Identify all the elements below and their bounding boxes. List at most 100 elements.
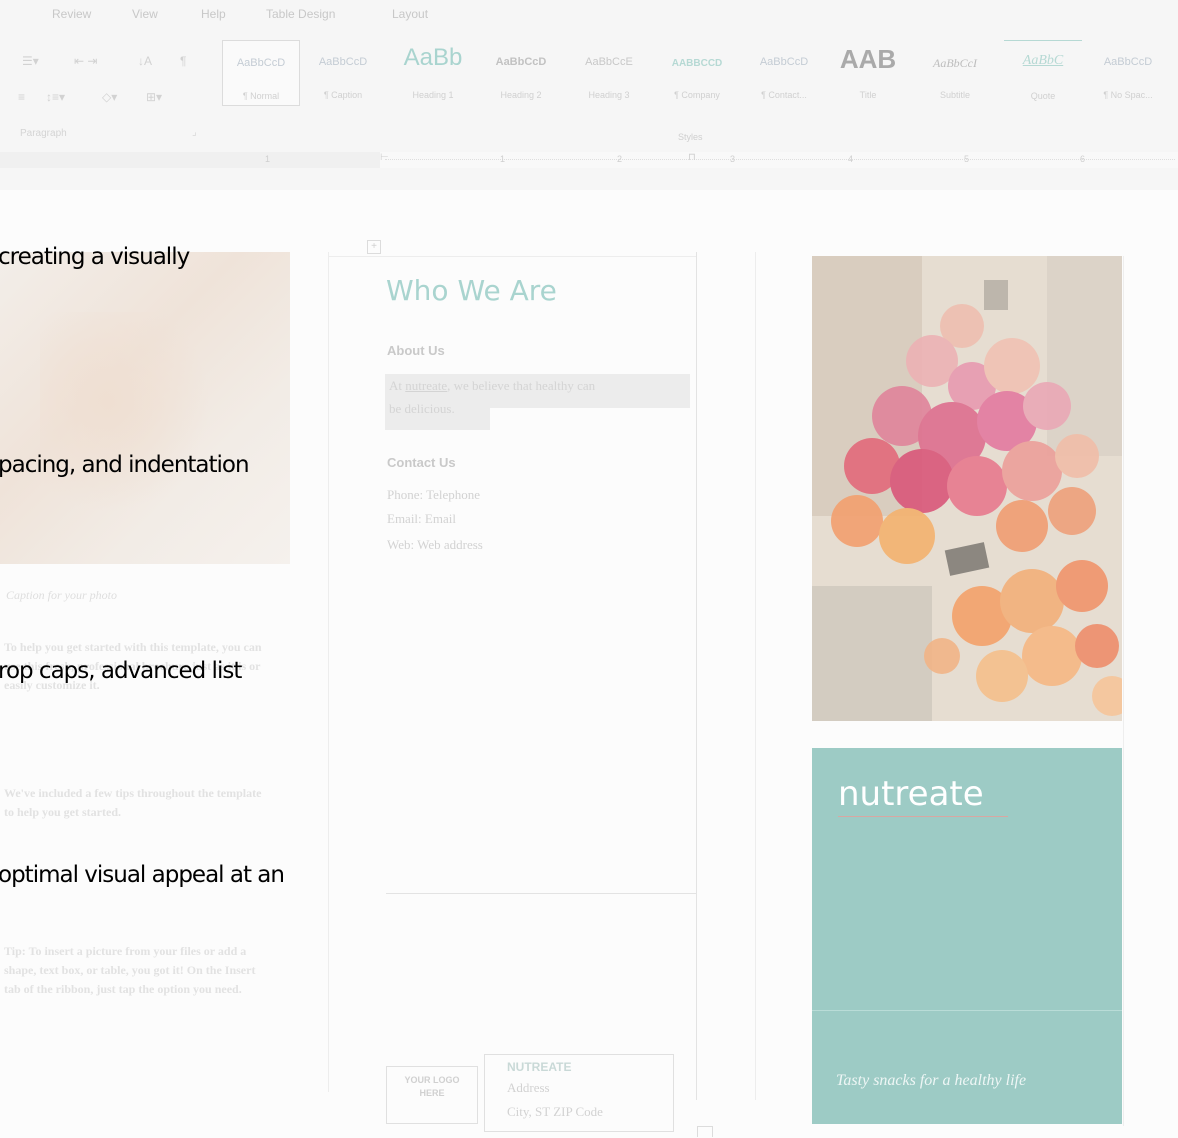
about-line-2: be delicious. bbox=[389, 397, 455, 420]
style-sample: AaBbCcI bbox=[933, 56, 977, 70]
ruler-number: 6 bbox=[1080, 154, 1086, 164]
style-sample: AaBb bbox=[403, 44, 463, 71]
style-sample: AaBbCcD bbox=[495, 56, 547, 68]
table-move-handle-icon[interactable]: + bbox=[367, 240, 381, 254]
style-name: ¶ Caption bbox=[323, 90, 363, 100]
style-heading-3[interactable]: AaBbCcE Heading 3 bbox=[568, 40, 650, 106]
page-edge bbox=[1123, 256, 1124, 1126]
style-title[interactable]: AAB Title bbox=[830, 40, 906, 106]
selection-edge bbox=[490, 408, 690, 430]
style-subtitle[interactable]: AaBbCcI Subtitle bbox=[912, 40, 998, 106]
contact-web[interactable]: Web: Web address bbox=[387, 537, 483, 553]
style-normal[interactable]: AaBbCcD ¶ Normal bbox=[222, 40, 300, 106]
style-heading-2[interactable]: AaBbCcD Heading 2 bbox=[480, 40, 562, 106]
ruler-number: 5 bbox=[964, 154, 970, 164]
overlay-text: optimal visual appeal at an bbox=[0, 862, 285, 888]
style-name: Title bbox=[859, 90, 877, 100]
style-no-spacing[interactable]: AaBbCcD ¶ No Spac... bbox=[1086, 40, 1170, 106]
style-sample: AABBCCD bbox=[671, 58, 723, 69]
style-sample: AaBbCcD bbox=[236, 57, 286, 69]
overlay-text: rop caps, advanced list bbox=[0, 658, 242, 684]
left-photo[interactable] bbox=[0, 252, 290, 564]
about-prefix: At bbox=[389, 378, 406, 393]
tab-review[interactable]: Review bbox=[52, 7, 91, 21]
company-name[interactable]: NUTREATE bbox=[507, 1060, 571, 1074]
menu-tabs: Review View Help Table Design Layout bbox=[0, 0, 1178, 28]
contact-phone[interactable]: Phone: Telephone bbox=[387, 487, 480, 503]
contact-heading[interactable]: Contact Us bbox=[387, 455, 456, 470]
style-name: ¶ Normal bbox=[242, 91, 280, 101]
style-name: Quote bbox=[1030, 91, 1056, 101]
table-divider bbox=[386, 893, 696, 894]
style-heading-1[interactable]: AaBb Heading 1 bbox=[388, 40, 478, 106]
tab-view[interactable]: View bbox=[132, 7, 158, 21]
page-edge bbox=[328, 252, 329, 1092]
indent-marker-icon[interactable]: ⊢ bbox=[380, 152, 389, 163]
style-sample: AaBbCcD bbox=[1103, 56, 1153, 68]
address-line[interactable]: Address bbox=[507, 1080, 550, 1096]
style-name: ¶ Contact... bbox=[761, 90, 807, 100]
brand-inline: nutreate bbox=[405, 378, 448, 393]
brand-name[interactable]: nutreate bbox=[838, 774, 984, 814]
photo-caption[interactable]: Caption for your photo bbox=[6, 588, 117, 603]
style-caption[interactable]: AaBbCcD ¶ Caption bbox=[304, 40, 382, 106]
line-spacing-icon[interactable]: ↕≡▾ bbox=[46, 90, 65, 104]
borders-icon[interactable]: ⊞▾ bbox=[146, 90, 162, 104]
contact-email[interactable]: Email: Email bbox=[387, 511, 456, 527]
style-name: Subtitle bbox=[939, 90, 971, 100]
body-paragraph[interactable]: Tip: To insert a picture from your files… bbox=[4, 942, 272, 999]
body-paragraph[interactable]: We've included a few tips throughout the… bbox=[4, 784, 272, 822]
flower-photo-art bbox=[812, 256, 1122, 721]
bullets-icon[interactable]: ☰▾ bbox=[22, 54, 39, 68]
indent-icon[interactable]: ⇤ ⇥ bbox=[74, 54, 97, 68]
style-sample: AaBbCcD bbox=[759, 56, 809, 68]
column-divider bbox=[755, 252, 756, 1100]
ruler-number: 1 bbox=[265, 154, 271, 164]
style-quote[interactable]: AaBbC Quote bbox=[1004, 40, 1082, 107]
section-title[interactable]: Who We Are bbox=[386, 274, 557, 307]
tab-help[interactable]: Help bbox=[201, 7, 226, 21]
about-rest: , we believe that healthy can bbox=[447, 378, 596, 393]
style-name: Heading 3 bbox=[588, 90, 630, 100]
brand-panel-divider bbox=[812, 1010, 1122, 1011]
logo-placeholder: YOUR LOGO HERE bbox=[404, 1075, 460, 1098]
align-icon[interactable]: ≡ bbox=[18, 90, 25, 104]
paragraph-group-label: Paragraph bbox=[20, 128, 67, 139]
shading-icon[interactable]: ◇▾ bbox=[102, 90, 117, 104]
tab-stop-marker-icon[interactable]: ⊓ bbox=[688, 152, 696, 163]
column-divider bbox=[696, 252, 697, 1100]
styles-gallery: AaBbCcD ¶ Normal AaBbCcD ¶ Caption AaBb … bbox=[218, 40, 1178, 106]
dialog-launcher-icon[interactable]: ⌟ bbox=[192, 127, 197, 138]
sort-icon[interactable]: ↓A bbox=[138, 54, 152, 68]
styles-group-label: Styles bbox=[678, 132, 703, 142]
pilcrow-icon[interactable]: ¶ bbox=[180, 54, 186, 68]
style-sample: AaBbCcE bbox=[585, 56, 633, 68]
style-name: ¶ Company bbox=[674, 90, 720, 100]
style-sample: AaBbC bbox=[1022, 53, 1064, 68]
overlay-text: pacing, and indentation bbox=[0, 452, 250, 478]
tab-table-design[interactable]: Table Design bbox=[266, 7, 335, 21]
tab-layout[interactable]: Layout bbox=[392, 7, 428, 21]
overlay-text: creating a visually bbox=[0, 244, 190, 270]
city-line[interactable]: City, ST ZIP Code bbox=[507, 1104, 603, 1120]
page-edge bbox=[328, 256, 696, 257]
ruler-number: 2 bbox=[617, 154, 623, 164]
paragraph-tools: ☰▾ ⇤ ⇥ ↓A ¶ ≡ ↕≡▾ ◇▾ ⊞▾ bbox=[0, 42, 210, 132]
ruler-number: 4 bbox=[848, 154, 854, 164]
ruler-number: 3 bbox=[730, 154, 736, 164]
style-name: Heading 1 bbox=[412, 90, 454, 100]
about-heading[interactable]: About Us bbox=[387, 343, 445, 358]
ribbon: Review View Help Table Design Layout ☰▾ … bbox=[0, 0, 1178, 190]
style-company[interactable]: AABBCCD ¶ Company bbox=[654, 40, 740, 106]
style-name: ¶ No Spac... bbox=[1103, 90, 1153, 100]
flower-photo[interactable] bbox=[812, 256, 1122, 721]
spellcheck-underline bbox=[838, 816, 1008, 817]
tagline[interactable]: Tasty snacks for a healthy life bbox=[836, 1072, 1026, 1090]
style-sample: AAB bbox=[839, 44, 897, 74]
style-name: Heading 2 bbox=[500, 90, 542, 100]
horizontal-ruler[interactable]: ⊢ ⊓ 1 1 2 3 4 5 6 bbox=[0, 152, 1178, 168]
table-resize-handle-icon[interactable] bbox=[697, 1126, 713, 1137]
ruler-number: 1 bbox=[500, 154, 506, 164]
style-sample: AaBbCcD bbox=[318, 56, 368, 68]
style-contact[interactable]: AaBbCcD ¶ Contact... bbox=[742, 40, 826, 106]
